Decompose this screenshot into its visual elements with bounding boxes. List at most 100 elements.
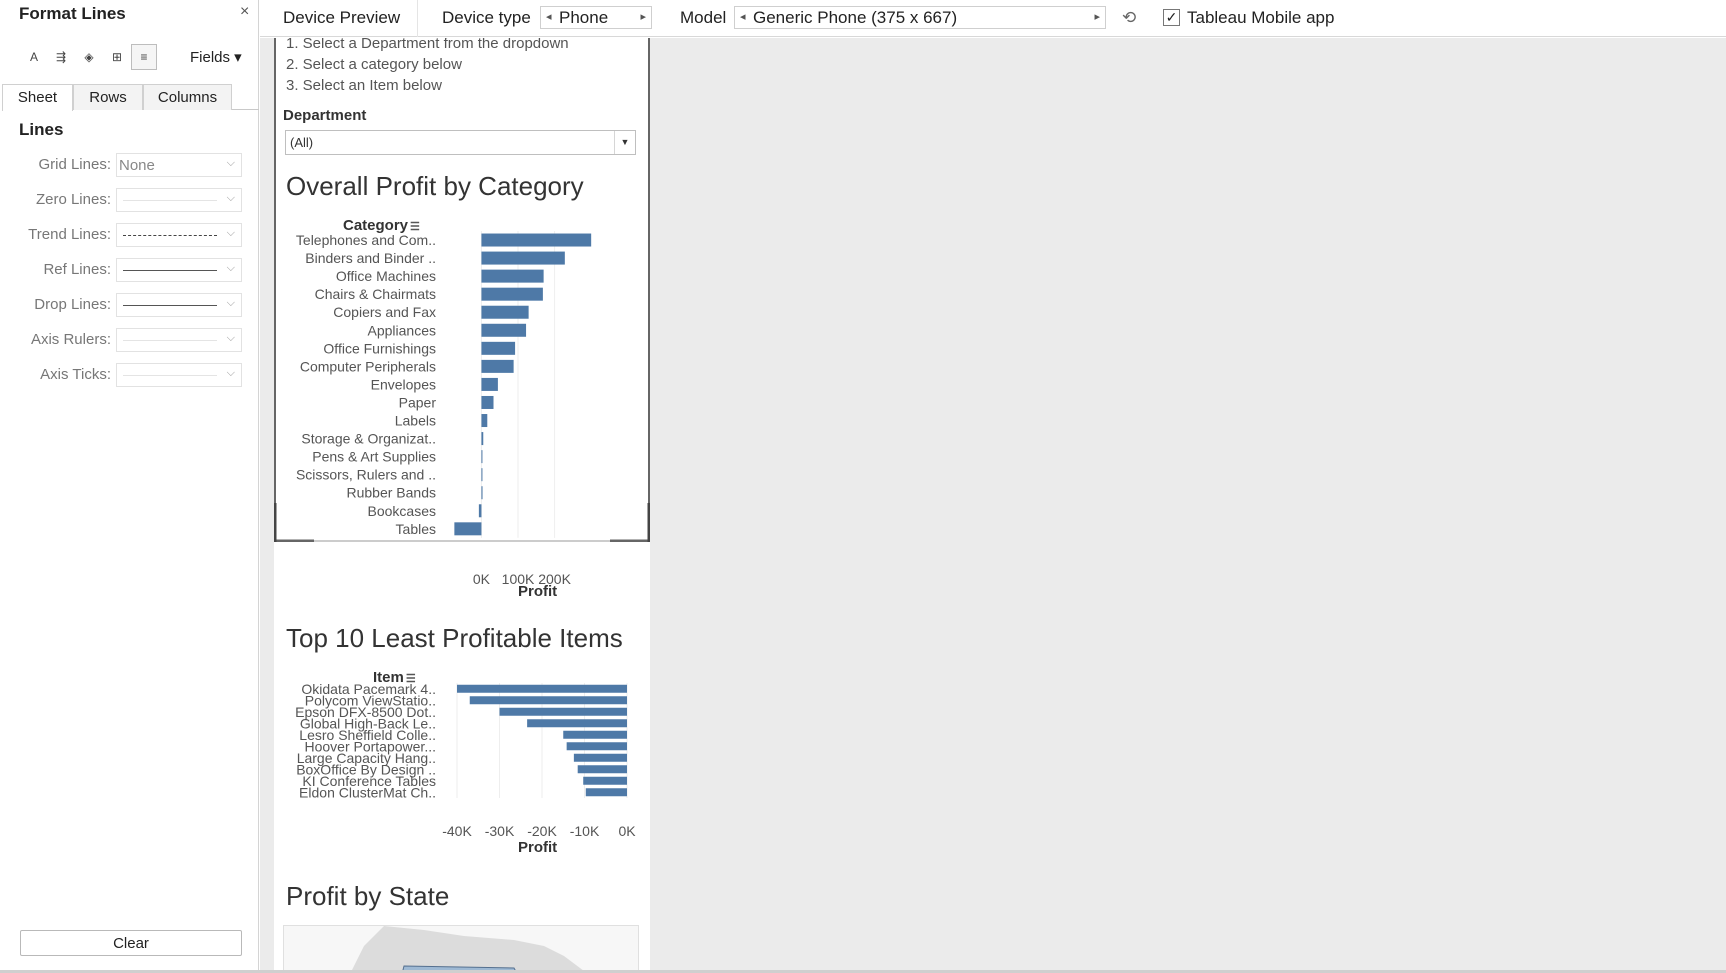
line-style-preview [123,235,217,236]
bar [481,269,544,283]
model-label: Model [680,8,727,27]
bar [481,305,529,319]
bar [481,486,483,500]
chevron-down-icon: ⌵ [226,192,235,204]
chevron-down-icon: ⌵ [226,297,235,309]
bar [481,468,483,482]
bar [481,233,592,247]
category-chart-title: Overall Profit by Category [286,171,584,201]
chevron-right-icon[interactable]: ▸ [1094,10,1100,23]
zero-lines-select[interactable]: ⌵ [116,188,242,212]
caret-down-icon[interactable]: ▼ [614,131,635,154]
font-icon[interactable]: A [21,44,47,70]
bar [478,504,482,518]
chevron-down-icon: ⌵ [226,157,235,169]
category-label: Telephones and Com.. [296,232,436,248]
category-label: Appliances [368,322,437,338]
category-label: Storage & Organizat.. [301,431,436,447]
x-tick-label: 0K [473,571,491,587]
x-tick-label: -40K [442,823,472,839]
mobile-app-checkbox[interactable]: ✓ [1163,9,1180,26]
bar [481,450,483,464]
alignment-icon[interactable]: ⇶ [48,44,74,70]
department-filter-value: (All) [290,135,314,150]
drop-lines-select[interactable]: ⌵ [116,293,242,317]
category-label: Bookcases [368,503,436,519]
bar [563,730,627,739]
category-label: Envelopes [371,376,436,392]
axis-ticks-select[interactable]: ⌵ [116,363,242,387]
device-type-stepper[interactable]: ◂ Phone ▸ [540,6,652,29]
category-label: Labels [395,413,436,429]
x-tick-label: -20K [527,823,557,839]
department-filter-dropdown[interactable]: (All) ▼ [285,130,636,155]
rotate-icon[interactable]: ⟲ [1122,8,1136,28]
format-tabs: Sheet Rows Columns [2,84,259,111]
zero-lines-row: Zero Lines: ⌵ [0,188,259,212]
ref-lines-select[interactable]: ⌵ [116,258,242,282]
category-x-axis-title: Profit [518,583,558,600]
department-filter-label: Department [283,107,367,124]
toolbar-divider [417,0,418,37]
fields-dropdown[interactable]: Fields ▾ [190,48,242,66]
axis-rulers-select[interactable]: ⌵ [116,328,242,352]
category-label: Tables [396,521,436,537]
x-tick-label: -10K [570,823,600,839]
grid-lines-select[interactable]: None ⌵ [116,153,242,177]
x-tick-label: -30K [485,823,515,839]
line-style-preview [123,340,217,341]
preview-canvas: 1. Select a Department from the dropdown… [260,38,1726,973]
chevron-left-icon[interactable]: ◂ [740,10,746,23]
chevron-down-icon: ⌵ [226,332,235,344]
axis-rulers-row: Axis Rulers: ⌵ [0,328,259,352]
items-chart-title: Top 10 Least Profitable Items [286,623,623,653]
instruction-line: 2. Select a category below [286,56,462,73]
least-profitable-items-chart: -40K -30K -20K -10K 0KOkidata Pacemark 4..Po… [295,683,636,839]
shading-icon[interactable]: ◈ [76,44,102,70]
lines-icon[interactable]: ≡ [131,44,157,70]
tab-columns[interactable]: Columns [143,84,232,110]
device-type-value: Phone [559,8,609,27]
device-preview-toolbar: Device Preview Device type ◂ Phone ▸ Mod… [260,0,1726,37]
trend-lines-row: Trend Lines: ⌵ [0,223,259,247]
chevron-down-icon: ⌵ [226,367,235,379]
model-stepper[interactable]: ◂ Generic Phone (375 x 667) ▸ [734,6,1106,29]
profit-map[interactable] [283,925,639,973]
bar [481,414,488,428]
trend-lines-select[interactable]: ⌵ [116,223,242,247]
zero-lines-label: Zero Lines: [35,191,111,208]
chevron-left-icon[interactable]: ◂ [546,10,552,23]
trend-lines-label: Trend Lines: [28,226,111,243]
bar [577,765,627,774]
line-style-preview [123,200,217,201]
drop-lines-label: Drop Lines: [34,296,111,313]
category-label: Paper [399,394,437,410]
bar [469,696,627,705]
category-profit-chart: 0K 100K 200KTelephones and Com..Binders an… [296,231,592,587]
axis-ticks-row: Axis Ticks: ⌵ [0,363,259,387]
axis-rulers-label: Axis Rulers: [30,331,111,348]
bar [583,776,627,785]
chevron-right-icon[interactable]: ▸ [640,10,646,23]
bar [573,753,627,762]
clear-button[interactable]: Clear [20,930,242,956]
land-shape [350,926,587,973]
category-label: Pens & Art Supplies [312,449,436,465]
category-label: Rubber Bands [346,485,436,501]
category-label: Office Machines [336,268,436,284]
bar [481,359,514,373]
category-label: Copiers and Fax [333,304,436,320]
grid-lines-row: Grid Lines: None ⌵ [0,153,259,177]
bar [481,251,565,265]
category-label: Chairs & Chairmats [315,286,436,302]
line-style-preview [123,305,217,306]
close-icon[interactable]: × [240,3,249,21]
tab-sheet[interactable]: Sheet [2,84,73,111]
bar [566,742,627,751]
mobile-app-label: Tableau Mobile app [1187,8,1335,27]
borders-icon[interactable]: ⊞ [104,44,130,70]
map-title: Profit by State [286,881,450,911]
grid-lines-label: Grid Lines: [38,156,111,173]
tab-rows[interactable]: Rows [73,84,143,110]
category-label: Binders and Binder .. [305,250,436,266]
